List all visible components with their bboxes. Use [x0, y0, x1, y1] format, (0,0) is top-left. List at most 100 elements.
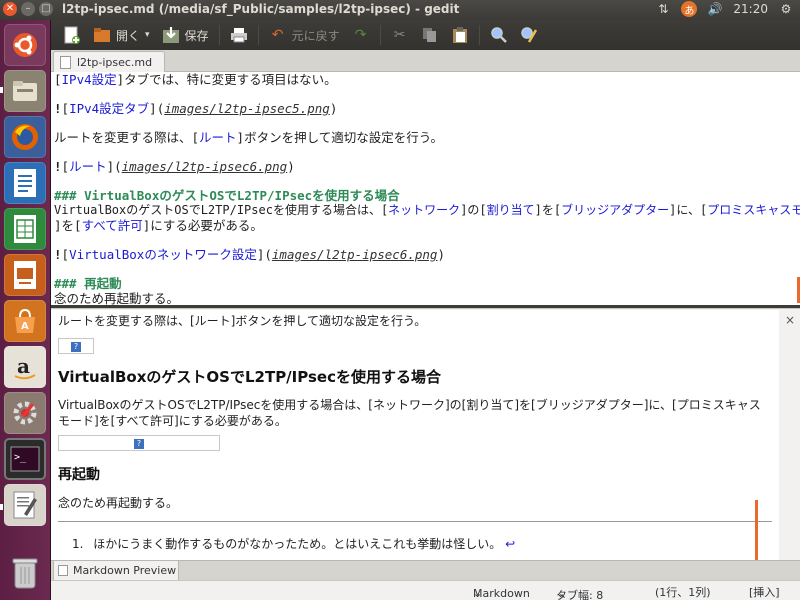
- input-method-icon[interactable]: あ: [681, 1, 698, 17]
- open-button-label: 開く: [116, 28, 141, 43]
- running-indicator: [0, 87, 3, 93]
- md-link-text: ルート: [69, 159, 107, 174]
- md-bracket: ): [329, 101, 338, 116]
- md-bracket: ): [287, 159, 295, 174]
- new-button[interactable]: [57, 22, 87, 48]
- md-text: ]を[: [54, 218, 82, 233]
- md-url: images/l2tp-ipsec6.png: [121, 159, 288, 174]
- minimize-window-button[interactable]: –: [21, 2, 35, 16]
- impress-icon[interactable]: [4, 254, 46, 296]
- open-button[interactable]: 開く ▾: [87, 22, 156, 48]
- print-button[interactable]: [224, 22, 254, 48]
- md-text: ]に、[: [669, 203, 708, 217]
- ubuntu-dash-icon[interactable]: [4, 24, 46, 66]
- broken-image-icon: ?: [134, 439, 144, 449]
- arrows-icon[interactable]: ⇅: [655, 1, 671, 17]
- insert-mode: [挿入]: [749, 586, 780, 599]
- chevron-down-icon[interactable]: ▾: [145, 30, 150, 40]
- md-bracket: [: [61, 101, 70, 116]
- svg-text:>_: >_: [14, 452, 27, 463]
- copy-icon: [421, 26, 439, 44]
- document-tab-label: l2tp-ipsec.md: [77, 55, 153, 69]
- trash-icon[interactable]: [4, 552, 46, 594]
- md-text: ]にする必要がある。: [142, 218, 263, 233]
- firefox-icon[interactable]: [4, 116, 46, 158]
- md-bracket: [: [54, 72, 62, 87]
- preview-paragraph: ルートを変更する際は、[ルート]ボタンを押して適切な設定を行う。: [58, 314, 427, 328]
- text-editor-icon[interactable]: [4, 484, 46, 526]
- save-icon: [162, 26, 180, 44]
- close-window-button[interactable]: ✕: [3, 2, 17, 16]
- md-text: ]ボタンを押して適切な設定を行う。: [236, 130, 443, 145]
- new-document-icon: [63, 26, 81, 44]
- md-image-marker: !: [54, 247, 62, 262]
- preview-document[interactable]: ルートを変更する際は、[ルート]ボタンを押して適切な設定を行う。 ? Virtu…: [51, 310, 779, 560]
- save-button[interactable]: 保存: [156, 22, 215, 48]
- footnote-backlink[interactable]: ↩: [505, 537, 515, 551]
- cut-button[interactable]: ✂: [385, 22, 415, 48]
- md-bracket: [: [61, 159, 70, 174]
- editor-line: ルートを変更する際は、[ルート]ボタンを押して適切な設定を行う。: [54, 130, 800, 145]
- calc-icon[interactable]: [4, 208, 46, 250]
- editor-line: [IPv4設定]タブでは、特に変更する項目はない。: [54, 72, 800, 87]
- paste-button[interactable]: [445, 22, 475, 48]
- gear-icon[interactable]: ⚙: [778, 1, 794, 17]
- copy-button[interactable]: [415, 22, 445, 48]
- md-bracket: ](: [106, 159, 122, 174]
- text-editor-area[interactable]: [IPv4設定]タブでは、特に変更する項目はない。 ![IPv4設定タブ](im…: [51, 72, 800, 305]
- md-link-text: すべて許可: [81, 218, 143, 233]
- md-image-marker: !: [54, 101, 62, 116]
- folder-icon: [93, 26, 111, 44]
- undo-button[interactable]: ↶ 元に戻す: [263, 22, 346, 48]
- editor-line: 念のため再起動する。: [54, 291, 800, 305]
- md-url: images/l2tp-ipsec6.png: [271, 247, 438, 262]
- speaker-icon[interactable]: 🔊: [707, 1, 723, 17]
- footnote: 1. ほかにうまく動作するものがなかったため。とはいえこれも挙動は怪しい。 ↩: [72, 535, 515, 552]
- svg-text:A: A: [21, 321, 29, 332]
- md-link-text: ブリッジアダプター: [561, 203, 670, 217]
- markdown-preview-tab[interactable]: Markdown Preview: [53, 561, 179, 581]
- footnote-number: 1.: [72, 537, 84, 551]
- md-link-text: ネットワーク: [388, 203, 461, 217]
- md-bracket: ](: [256, 247, 272, 262]
- terminal-icon[interactable]: >_: [4, 438, 46, 480]
- save-button-label: 保存: [184, 28, 209, 43]
- redo-button[interactable]: ↷: [346, 22, 376, 48]
- editor-line: ![ルート](images/l2tp-ipsec6.png): [54, 159, 800, 174]
- toolbar-separator: [218, 25, 220, 45]
- toolbar: 開く ▾ 保存 ↶ 元に戻す ↷ ✂: [51, 20, 800, 50]
- preview-scrollbar[interactable]: [755, 500, 758, 560]
- find-button[interactable]: [484, 22, 514, 48]
- system-settings-icon[interactable]: [4, 392, 46, 434]
- md-text: ルートを変更する際は、[: [54, 130, 200, 145]
- md-text: ]を[: [534, 203, 562, 217]
- editor-line: VirtualBoxのゲストOSでL2TP/IPsecを使用する場合は、[ネット…: [54, 203, 800, 218]
- find-replace-button[interactable]: [514, 22, 544, 48]
- writer-icon[interactable]: [4, 162, 46, 204]
- md-bracket: ](: [149, 101, 165, 116]
- document-tab[interactable]: l2tp-ipsec.md: [53, 51, 165, 72]
- close-preview-icon[interactable]: ×: [785, 313, 795, 327]
- md-bracket: ): [437, 247, 445, 262]
- editor-line: ]を[すべて許可]にする必要がある。: [54, 218, 800, 233]
- software-center-icon[interactable]: A: [4, 300, 46, 342]
- amazon-icon[interactable]: a: [4, 346, 46, 388]
- toolbar-separator: [257, 25, 259, 45]
- markdown-preview-pane: ルートを変更する際は、[ルート]ボタンを押して適切な設定を行う。 ? Virtu…: [51, 308, 800, 560]
- search-icon: [490, 26, 508, 44]
- broken-image-placeholder: ?: [58, 435, 220, 451]
- md-link-text: IPv4設定: [61, 72, 117, 87]
- clock[interactable]: 21:20: [733, 2, 768, 16]
- maximize-window-button[interactable]: □: [39, 2, 53, 16]
- chevron-down-icon: ⌄: [556, 587, 566, 600]
- md-text: ]タブでは、特に変更する項目はない。: [116, 72, 337, 87]
- md-heading: ### VirtualBoxのゲストOSでL2TP/IPsecを使用する場合: [54, 188, 400, 203]
- document-icon: [60, 55, 71, 69]
- md-bracket: [: [61, 247, 70, 262]
- md-link-text: プロミスキャスモード: [707, 203, 800, 217]
- md-link-text: IPv4設定タブ: [69, 101, 150, 116]
- files-icon[interactable]: [4, 70, 46, 112]
- md-heading: ### 再起動: [54, 276, 122, 291]
- markdown-preview-tab-label: Markdown Preview: [73, 564, 177, 577]
- redo-icon: ↷: [354, 27, 367, 43]
